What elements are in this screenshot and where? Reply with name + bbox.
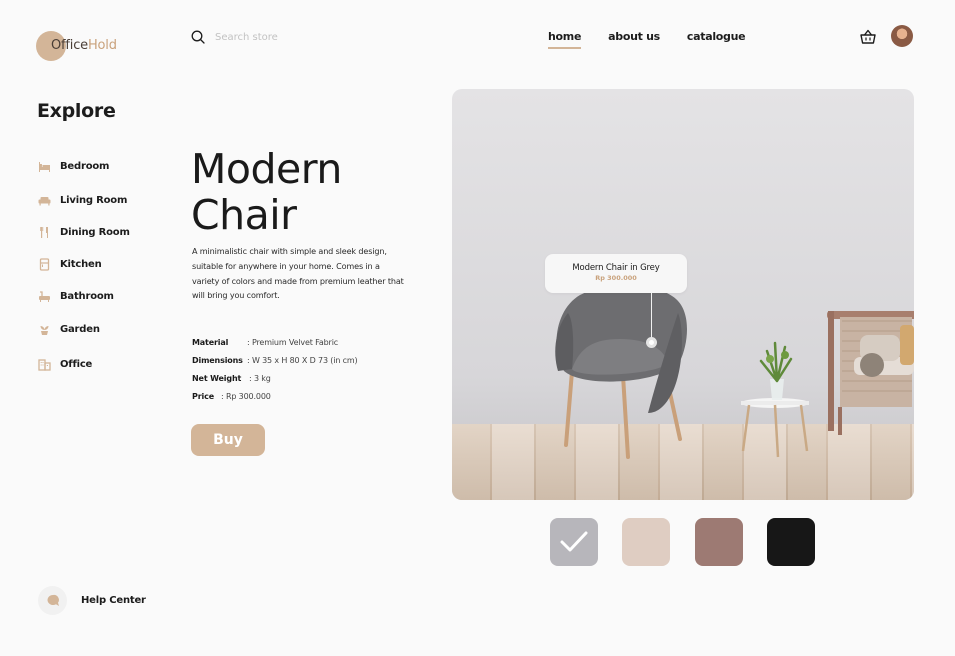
buy-button[interactable]: Buy xyxy=(191,424,265,456)
building-icon xyxy=(38,359,51,371)
color-swatch-black[interactable] xyxy=(767,518,815,566)
bathtub-icon xyxy=(39,291,50,302)
spec-dimensions: Dimensions: W 35 x H 80 X D 73 (in cm) xyxy=(192,356,358,365)
cart-button[interactable] xyxy=(859,28,877,50)
brand-name: OfficeHold xyxy=(51,38,117,53)
nav-about-us[interactable]: about us xyxy=(608,30,660,49)
product-title: Modern Chair xyxy=(191,145,342,239)
chat-bubble-icon xyxy=(38,586,67,615)
sidebar-title: Explore xyxy=(37,100,116,122)
tooltip-title: Modern Chair in Grey xyxy=(572,263,660,273)
sidebar-item-garden[interactable]: Garden xyxy=(38,323,100,336)
basket-icon xyxy=(860,29,876,44)
sidebar-item-label: Office xyxy=(60,359,93,370)
help-center-link[interactable]: Help Center xyxy=(38,586,146,615)
product-image xyxy=(452,89,914,500)
sidebar-item-kitchen[interactable]: Kitchen xyxy=(38,258,102,271)
hotspot-marker[interactable] xyxy=(646,337,657,348)
sidebar-item-office[interactable]: Office xyxy=(38,358,92,371)
sidebar-item-label: Kitchen xyxy=(60,259,102,270)
color-swatch-mauve[interactable] xyxy=(695,518,743,566)
search-icon[interactable] xyxy=(191,30,205,44)
color-swatch-beige[interactable] xyxy=(622,518,670,566)
sidebar-item-label: Living Room xyxy=(60,195,128,206)
search-bar xyxy=(191,30,375,44)
brand-logo[interactable]: OfficeHold xyxy=(36,31,156,63)
color-swatch-grey[interactable] xyxy=(550,518,598,566)
room-scene xyxy=(555,284,914,459)
product-specs: Material: Premium Velvet Fabric Dimensio… xyxy=(192,334,358,406)
product-tooltip: Modern Chair in Grey Rp 300.000 xyxy=(545,254,687,293)
check-icon xyxy=(560,531,588,552)
nav-catalogue[interactable]: catalogue xyxy=(687,30,746,49)
sofa-icon xyxy=(38,197,51,206)
tooltip-price: Rp 300.000 xyxy=(595,274,637,282)
nav-home[interactable]: home xyxy=(548,30,581,49)
sidebar-item-dining-room[interactable]: Dining Room xyxy=(38,226,130,239)
search-input[interactable] xyxy=(215,31,375,43)
cutlery-icon xyxy=(40,227,48,238)
help-center-label: Help Center xyxy=(81,595,146,606)
spec-net-weight: Net Weight: 3 kg xyxy=(192,374,271,383)
sidebar-item-bedroom[interactable]: Bedroom xyxy=(38,160,109,173)
sidebar-item-label: Garden xyxy=(60,324,100,335)
user-avatar[interactable] xyxy=(891,25,913,47)
sidebar-item-label: Bedroom xyxy=(60,161,110,172)
plant-icon xyxy=(40,326,49,335)
fridge-icon xyxy=(39,258,50,271)
sidebar-item-label: Bathroom xyxy=(60,291,114,302)
sidebar-item-label: Dining Room xyxy=(60,227,130,238)
tooltip-pointer-line xyxy=(651,293,652,340)
main-nav: home about us catalogue xyxy=(548,30,746,49)
spec-price: Price: Rp 300.000 xyxy=(192,392,271,401)
sidebar-item-bathroom[interactable]: Bathroom xyxy=(38,290,114,303)
product-description: A minimalistic chair with simple and sle… xyxy=(192,246,404,301)
sidebar-item-living-room[interactable]: Living Room xyxy=(38,194,127,207)
spec-material: Material: Premium Velvet Fabric xyxy=(192,338,339,347)
bed-icon xyxy=(39,162,50,172)
